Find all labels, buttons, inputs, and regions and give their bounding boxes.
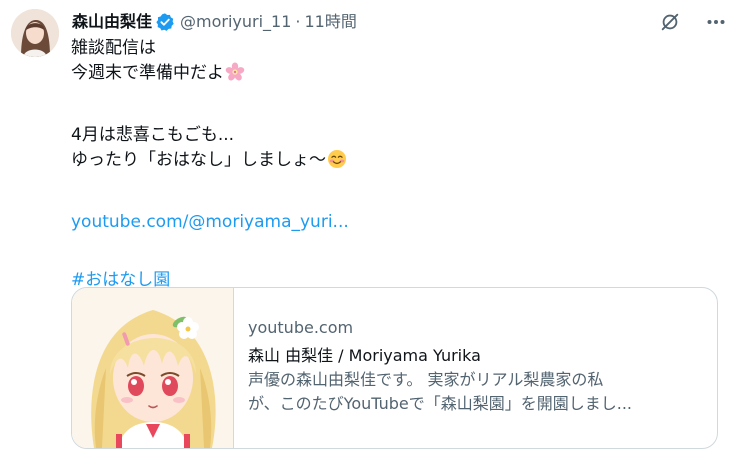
card-domain: youtube.com: [248, 318, 354, 337]
user-handle[interactable]: @moriyuri_11: [180, 10, 291, 34]
user-avatar[interactable]: [11, 9, 59, 57]
tweet-header: 森山由梨佳 @moriyuri_11 · 11時間: [72, 10, 728, 34]
smiling-face-icon: [327, 149, 347, 177]
link-preview-card[interactable]: youtube.com 森山 由梨佳 / Moriyama Yurika 声優の…: [71, 287, 718, 449]
tweet-line: 今週末で準備中だよ: [71, 61, 720, 90]
card-title: 森山 由梨佳 / Moriyama Yurika: [248, 346, 481, 365]
card-text: youtube.com 森山 由梨佳 / Moriyama Yurika 声優の…: [234, 288, 646, 448]
separator-dot: ·: [295, 12, 301, 31]
tweet-line: youtube.com/@moriyama_yuri...: [71, 210, 720, 235]
card-description: が、このたびYouTubeで「森山梨園」を開園しまし...: [248, 394, 633, 413]
display-name[interactable]: 森山由梨佳: [72, 10, 152, 34]
more-horizontal-icon[interactable]: [704, 10, 728, 34]
tweet[interactable]: 森山由梨佳 @moriyuri_11 · 11時間 雑談配信は 今週末で準備中だ…: [0, 0, 740, 467]
tweet-text: 雑談配信は 今週末で準備中だよ 4月は悲喜こもごも... ゆったり「おはなし」し…: [71, 36, 720, 293]
card-description: 声優の森山由梨佳です。 実家がリアル梨農家の私: [248, 370, 604, 389]
grok-icon[interactable]: [658, 10, 682, 34]
tweet-line: 雑談配信は: [71, 38, 156, 58]
card-thumbnail-image: [72, 288, 234, 448]
tweet-link[interactable]: youtube.com/@moriyama_yuri...: [71, 212, 349, 232]
tweet-line: ゆったり「おはなし」しましょ〜: [71, 148, 720, 177]
verified-badge-icon: [155, 12, 175, 32]
cherry-blossom-icon: [225, 62, 245, 90]
header-actions: [658, 10, 728, 34]
tweet-line: 4月は悲喜こもごも...: [71, 125, 235, 145]
timestamp[interactable]: 11時間: [305, 10, 357, 34]
